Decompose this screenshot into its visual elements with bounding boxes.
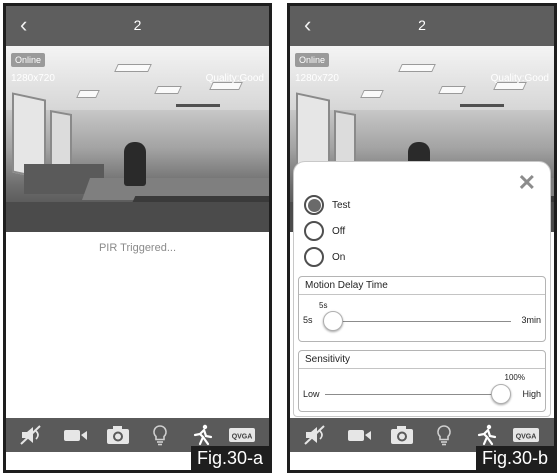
motion-detection-button[interactable] xyxy=(472,423,500,447)
close-button[interactable]: ✕ xyxy=(518,170,536,196)
figure-label: Fig.30-a xyxy=(190,446,269,470)
motion-delay-group: Motion Delay Time 5s 5s 3min xyxy=(298,276,546,342)
qvga-button[interactable]: QVGA xyxy=(228,423,256,447)
radio-button[interactable] xyxy=(304,221,324,241)
qvga-button[interactable]: QVGA xyxy=(512,423,540,447)
motion-settings-sheet: ✕ Test Off On Motion Delay Time 5s 5s 3m… xyxy=(293,161,551,417)
motion-detection-button[interactable] xyxy=(188,423,216,447)
radio-label: Test xyxy=(332,199,351,211)
mute-button[interactable] xyxy=(18,423,46,447)
close-x-icon: ✕ xyxy=(517,170,536,195)
video-record-icon xyxy=(348,430,371,441)
sensitivity-slider-thumb[interactable] xyxy=(491,384,511,404)
radio-button[interactable] xyxy=(304,247,324,267)
light-bulb-icon xyxy=(153,425,167,446)
quality-label: Quality:Good xyxy=(490,73,549,84)
record-video-button[interactable] xyxy=(346,423,374,447)
page-title: 2 xyxy=(418,17,426,33)
mute-button[interactable] xyxy=(302,423,330,447)
slider-max-label: High xyxy=(522,389,541,399)
radio-option-off[interactable]: Off xyxy=(304,220,345,242)
light-button[interactable] xyxy=(146,423,174,447)
figure-label: Fig.30-b xyxy=(475,446,554,470)
pir-triggered-message: PIR Triggered... xyxy=(98,242,177,254)
running-man-icon xyxy=(193,424,213,446)
snapshot-button[interactable] xyxy=(388,423,416,447)
snapshot-camera-icon xyxy=(391,426,413,444)
mute-icon xyxy=(304,425,325,445)
radio-option-on[interactable]: On xyxy=(304,246,345,268)
slider-min-label: 5s xyxy=(303,315,313,325)
sensitivity-title: Sensitivity xyxy=(299,351,545,369)
light-button[interactable] xyxy=(430,423,458,447)
radio-label: Off xyxy=(332,225,346,237)
running-man-icon xyxy=(477,424,497,446)
snapshot-button[interactable] xyxy=(104,423,132,447)
screen-panel-a: ‹ 2 Online 1280x720 Quality:Good PIR Tri… xyxy=(3,3,272,473)
radio-label: On xyxy=(332,251,346,263)
motion-delay-title: Motion Delay Time xyxy=(299,277,545,295)
resolution-label: 1280x720 xyxy=(11,73,55,84)
qvga-text: QVGA xyxy=(516,434,537,441)
radio-selected-dot xyxy=(307,198,321,212)
record-video-button[interactable] xyxy=(62,423,90,447)
slider-value-label: 100% xyxy=(504,373,525,382)
slider-value-label: 5s xyxy=(319,301,328,310)
radio-option-test[interactable]: Test xyxy=(304,194,350,216)
snapshot-camera-icon xyxy=(107,426,129,444)
screen-panel-b: ‹ 2 Online 1280x720 Quality:Good ✕ Test … xyxy=(287,3,557,473)
qvga-text: QVGA xyxy=(232,434,253,441)
sensitivity-group: Sensitivity 100% Low High xyxy=(298,350,546,412)
motion-delay-slider-track[interactable] xyxy=(323,321,511,322)
header-bar: ‹ 2 xyxy=(290,6,554,46)
radio-button[interactable] xyxy=(304,195,324,215)
slider-max-label: 3min xyxy=(521,315,541,325)
status-badge: Online xyxy=(11,53,46,67)
light-bulb-icon xyxy=(437,425,451,446)
header-bar: ‹ 2 xyxy=(6,6,269,46)
slider-min-label: Low xyxy=(303,389,320,399)
video-record-icon xyxy=(64,430,87,441)
resolution-label: 1280x720 xyxy=(295,73,339,84)
sensitivity-slider-track[interactable] xyxy=(325,394,505,395)
mute-icon xyxy=(20,425,41,445)
status-badge: Online xyxy=(295,53,330,67)
page-title: 2 xyxy=(133,17,142,33)
qvga-icon: QVGA xyxy=(229,428,255,442)
quality-label: Quality:Good xyxy=(205,73,264,84)
qvga-icon: QVGA xyxy=(513,428,539,442)
motion-delay-slider-thumb[interactable] xyxy=(323,311,343,331)
